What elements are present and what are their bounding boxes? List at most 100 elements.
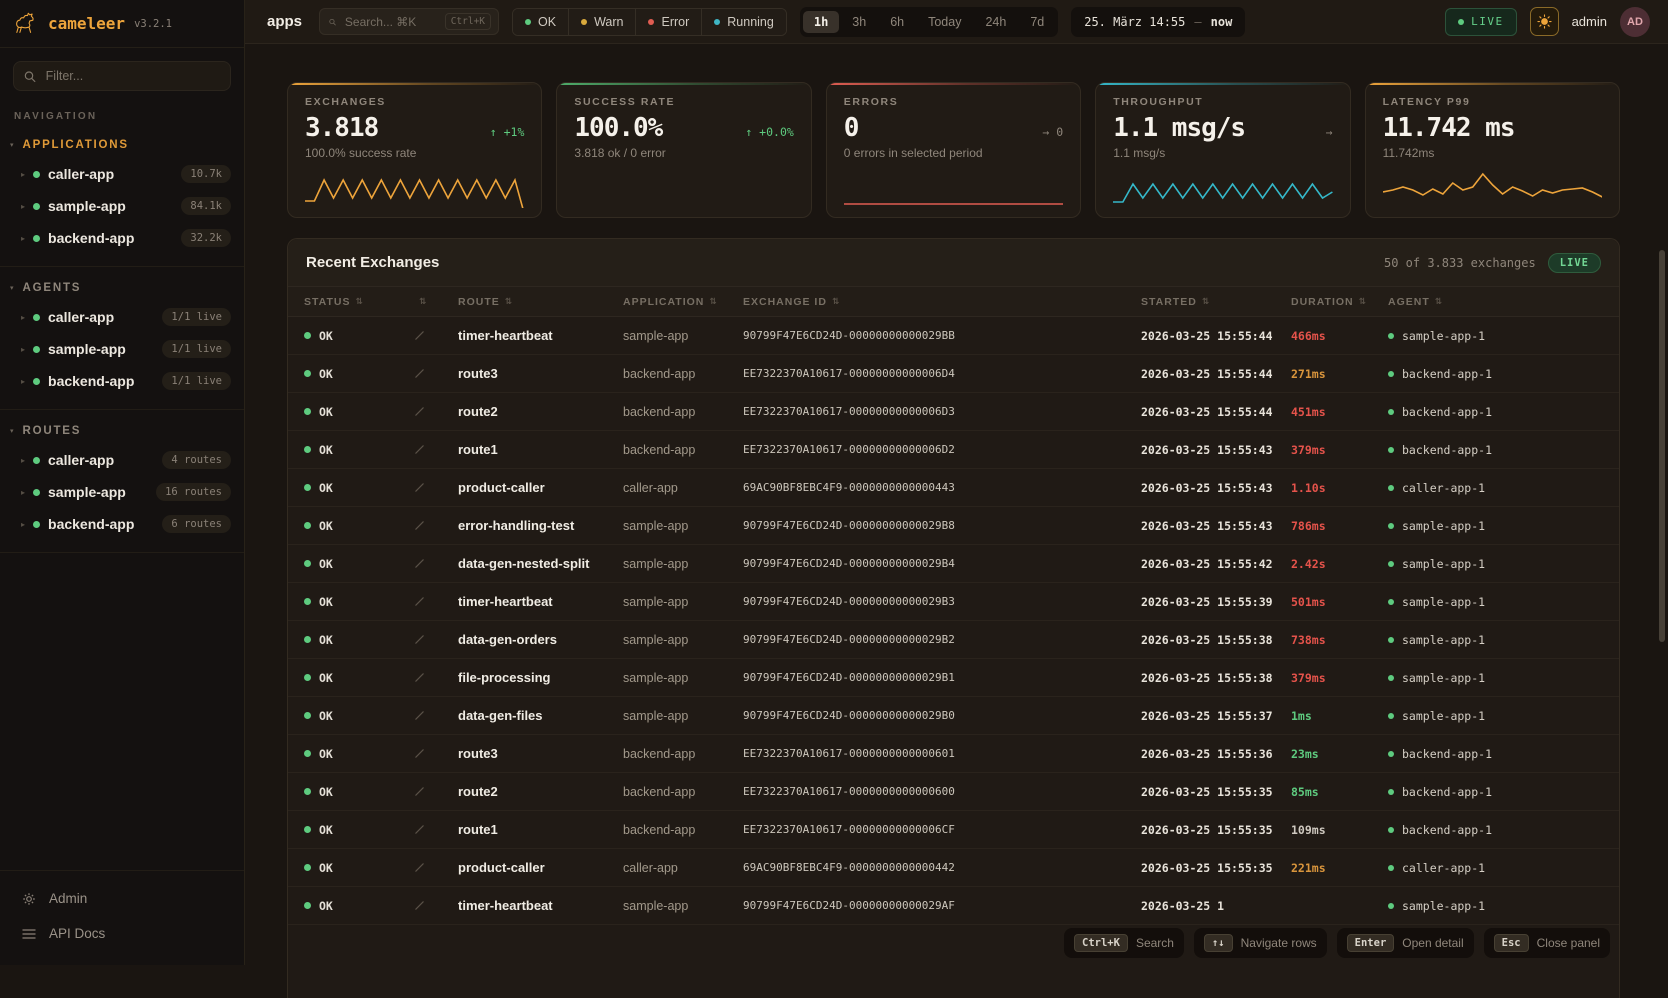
status-cell: OK — [288, 443, 398, 457]
status-filter-ok[interactable]: OK — [513, 9, 569, 35]
sidebar-item-backend-app[interactable]: ▸backend-app6 routes — [0, 508, 244, 540]
date-range-chip[interactable]: 25. März 14:55 — now — [1071, 7, 1245, 37]
column-header-duration[interactable]: DURATION⇅ — [1275, 296, 1372, 308]
open-exchange-link[interactable] — [398, 824, 442, 835]
duration-cell: 501ms — [1275, 595, 1372, 609]
application-cell: backend-app — [607, 823, 727, 837]
open-exchange-link[interactable] — [398, 406, 442, 417]
avatar[interactable]: AD — [1620, 7, 1650, 37]
column-header-agent[interactable]: AGENT⇅ — [1372, 296, 1619, 308]
open-exchange-link[interactable] — [398, 520, 442, 531]
sidebar-item-sample-app[interactable]: ▸sample-app84.1k — [0, 190, 244, 222]
table-body: OKtimer-heartbeatsample-app90799F47E6CD2… — [288, 317, 1619, 925]
table-row[interactable]: OKdata-gen-nested-splitsample-app90799F4… — [288, 545, 1619, 583]
live-toggle-button[interactable]: LIVE — [1445, 8, 1517, 36]
sidebar-item-backend-app[interactable]: ▸backend-app1/1 live — [0, 365, 244, 397]
open-exchange-link[interactable] — [398, 710, 442, 721]
global-search[interactable]: Ctrl+K — [319, 8, 499, 35]
time-range-6h[interactable]: 6h — [879, 11, 915, 33]
table-row[interactable]: OKroute2backend-appEE7322370A10617-00000… — [288, 393, 1619, 431]
stat-card-errors[interactable]: ERRORS0→ 00 errors in selected period — [826, 82, 1081, 218]
application-cell: caller-app — [607, 861, 727, 875]
open-exchange-link[interactable] — [398, 672, 442, 683]
app-name: cameleer — [48, 14, 125, 33]
diagonal-arrow-icon — [414, 482, 425, 493]
table-row[interactable]: OKtimer-heartbeatsample-app90799F47E6CD2… — [288, 583, 1619, 621]
application-cell: backend-app — [607, 367, 727, 381]
open-exchange-link[interactable] — [398, 748, 442, 759]
sidebar-item-caller-app[interactable]: ▸caller-app1/1 live — [0, 301, 244, 333]
table-row[interactable]: OKroute3backend-appEE7322370A10617-00000… — [288, 735, 1619, 773]
status-dot — [33, 489, 40, 496]
column-header-started[interactable]: STARTED⇅ — [1125, 296, 1275, 308]
sidebar-filter[interactable] — [13, 61, 231, 91]
sidebar-item-backend-app[interactable]: ▸backend-app32.2k — [0, 222, 244, 254]
duration-cell: 109ms — [1275, 823, 1372, 837]
open-exchange-link[interactable] — [398, 482, 442, 493]
application-cell: backend-app — [607, 785, 727, 799]
time-range-24h[interactable]: 24h — [974, 11, 1017, 33]
table-row[interactable]: OKroute1backend-appEE7322370A10617-00000… — [288, 431, 1619, 469]
column-header-application[interactable]: APPLICATION⇅ — [607, 296, 727, 308]
chevron-right-icon: ▸ — [21, 313, 25, 322]
status-filter-warn[interactable]: Warn — [569, 9, 636, 35]
table-row[interactable]: OKroute2backend-appEE7322370A10617-00000… — [288, 773, 1619, 811]
table-row[interactable]: OKproduct-callercaller-app69AC90BF8EBC4F… — [288, 849, 1619, 887]
search-input[interactable] — [343, 14, 438, 30]
time-range-7d[interactable]: 7d — [1019, 11, 1055, 33]
ok-status-dot — [304, 370, 311, 377]
table-row[interactable]: OKdata-gen-filessample-app90799F47E6CD24… — [288, 697, 1619, 735]
table-row[interactable]: OKdata-gen-orderssample-app90799F47E6CD2… — [288, 621, 1619, 659]
column-header-link[interactable]: ⇅ — [398, 297, 442, 307]
sidebar-item-sample-app[interactable]: ▸sample-app16 routes — [0, 476, 244, 508]
open-exchange-link[interactable] — [398, 558, 442, 569]
open-exchange-link[interactable] — [398, 444, 442, 455]
filter-input[interactable] — [44, 68, 220, 84]
time-range-3h[interactable]: 3h — [841, 11, 877, 33]
sidebar-item-api-docs[interactable]: API Docs — [0, 916, 244, 951]
stat-card-throughput[interactable]: THROUGHPUT1.1 msg/s→1.1 msg/s — [1095, 82, 1350, 218]
theme-toggle-button[interactable] — [1530, 7, 1559, 36]
column-header-route[interactable]: ROUTE⇅ — [442, 296, 607, 308]
open-exchange-link[interactable] — [398, 634, 442, 645]
sidebar-item-caller-app[interactable]: ▸caller-app10.7k — [0, 158, 244, 190]
section-header[interactable]: ▾AGENTS — [0, 277, 244, 301]
hint-label: Navigate rows — [1241, 936, 1317, 950]
stat-card-success-rate[interactable]: SUCCESS RATE100.0%↑ +0.0%3.818 ok / 0 er… — [556, 82, 811, 218]
stat-card-latency-p99[interactable]: LATENCY P9911.742 ms11.742ms — [1365, 82, 1620, 218]
exchange-id-cell: EE7322370A10617-0000000000000601 — [727, 747, 1125, 760]
status-filter-error[interactable]: Error — [636, 9, 702, 35]
open-exchange-link[interactable] — [398, 786, 442, 797]
open-exchange-link[interactable] — [398, 368, 442, 379]
status-label: OK — [319, 785, 333, 799]
table-row[interactable]: OKproduct-callercaller-app69AC90BF8EBC4F… — [288, 469, 1619, 507]
stat-card-exchanges[interactable]: EXCHANGES3.818↑ +1%100.0% success rate — [287, 82, 542, 218]
status-label: OK — [319, 367, 333, 381]
open-exchange-link[interactable] — [398, 330, 442, 341]
table-row[interactable]: OKerror-handling-testsample-app90799F47E… — [288, 507, 1619, 545]
open-exchange-link[interactable] — [398, 596, 442, 607]
open-exchange-link[interactable] — [398, 900, 442, 911]
section-header[interactable]: ▾APPLICATIONS — [0, 134, 244, 158]
sidebar-item-caller-app[interactable]: ▸caller-app4 routes — [0, 444, 244, 476]
table-row[interactable]: OKroute1backend-appEE7322370A10617-00000… — [288, 811, 1619, 849]
table-row[interactable]: OKroute3backend-appEE7322370A10617-00000… — [288, 355, 1619, 393]
sidebar-item-admin[interactable]: Admin — [0, 881, 244, 916]
status-filter-running[interactable]: Running — [702, 9, 786, 35]
time-range-1h[interactable]: 1h — [803, 11, 839, 33]
time-range-today[interactable]: Today — [917, 11, 972, 33]
table-row[interactable]: OKfile-processingsample-app90799F47E6CD2… — [288, 659, 1619, 697]
agent-cell: sample-app-1 — [1372, 633, 1619, 647]
table-row[interactable]: OKtimer-heartbeatsample-app90799F47E6CD2… — [288, 317, 1619, 355]
table-row[interactable]: OKtimer-heartbeatsample-app90799F47E6CD2… — [288, 887, 1619, 925]
status-filter-group: OKWarnErrorRunning — [512, 8, 787, 36]
count-badge: 10.7k — [181, 165, 231, 183]
section-header[interactable]: ▾ROUTES — [0, 420, 244, 444]
sidebar-item-sample-app[interactable]: ▸sample-app1/1 live — [0, 333, 244, 365]
scrollbar[interactable] — [1659, 250, 1665, 642]
open-exchange-link[interactable] — [398, 862, 442, 873]
column-header-status[interactable]: STATUS⇅ — [288, 296, 398, 308]
column-header-exchange-id[interactable]: EXCHANGE ID⇅ — [727, 296, 1125, 308]
status-label: OK — [319, 405, 333, 419]
sort-icon: ⇅ — [709, 297, 717, 307]
